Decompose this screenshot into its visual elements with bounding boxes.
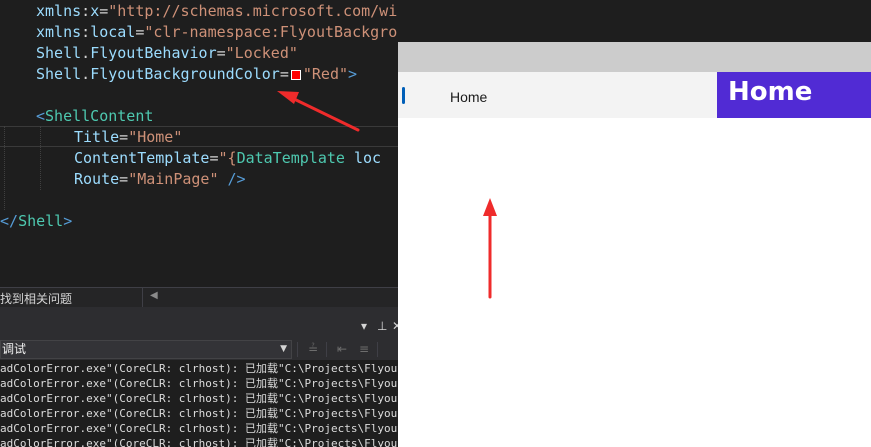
app-window: Home Home [398,42,871,447]
code-token: FlyoutBackgroundColor [90,65,280,83]
divider [377,342,378,357]
flyout-item-label: Home [450,89,488,105]
divider [326,342,327,357]
code-token: Shell [36,44,82,62]
app-title-bar[interactable] [398,42,871,72]
log-line: adColorError.exe"(CoreCLR: clrhost): 已加载… [0,437,398,447]
indent-guide [4,126,5,210]
flyout-item-home[interactable]: Home [398,72,717,118]
flyout-background-color-line: Shell.FlyoutBackgroundColor= "Red"> [36,64,357,85]
page-title: Home [728,77,813,107]
output-pane-header: ▾ ⊥ ✕ [0,317,402,339]
xmlns-local-line: xmlns:local="clr-namespace:FlyoutBackgro… [36,22,398,43]
output-log[interactable]: adColorError.exe"(CoreCLR: clrhost): 已加载… [0,360,398,447]
scroll-left-icon[interactable]: ◀ [150,290,158,301]
current-line-highlight [0,126,398,147]
code-token: FlyoutBehavior [90,44,217,62]
code-token: xmlns [36,2,82,20]
chevron-down-icon: ▼ [280,344,287,354]
code-token: < [36,107,46,125]
code-token: = [99,2,109,20]
code-token: Shell [36,65,82,83]
code-token: Shell [18,212,64,230]
code-token: = [279,65,289,83]
find-in-output-icon[interactable]: ≟ [304,341,322,357]
selection-indicator [402,87,405,104]
code-token: "Locked" [225,44,298,62]
log-line: adColorError.exe"(CoreCLR: clrhost): 已加载… [0,392,398,405]
code-token: local [90,23,136,41]
error-list-status: 找到相关问题 [0,292,73,306]
pin-icon[interactable]: ⊥ [377,319,387,333]
code-token: ShellContent [45,107,154,125]
code-token: loc [344,149,382,167]
log-line: adColorError.exe"(CoreCLR: clrhost): 已加载… [0,422,398,435]
output-toolbar: 调试 ▼ ≟ ⇤ ≡ [0,339,398,360]
contenttemplate-attribute-line: ContentTemplate="{DataTemplate loc [74,148,381,169]
output-source-value: 调试 [2,342,27,356]
code-token: > [63,212,73,230]
code-token: "MainPage" [128,170,219,188]
shell-close-line: </Shell> [0,211,72,232]
page-content [398,118,871,447]
shell-flyout: Home [398,72,717,118]
code-token: : [81,2,91,20]
code-token: = [216,44,226,62]
clear-all-icon[interactable]: ⇤ [333,341,351,357]
divider [297,342,298,357]
xaml-editor[interactable]: xmlns:x="http://schemas.microsoft.com/wi… [0,0,398,287]
code-token: </ [0,212,19,230]
divider [142,288,143,308]
word-wrap-icon[interactable]: ≡ [355,341,373,357]
code-token: "{ [218,149,237,167]
code-token: = [119,128,129,146]
page-header: Home [717,72,871,118]
code-token: = [209,149,219,167]
route-attribute-line: Route="MainPage" /> [74,169,246,190]
panel-splitter[interactable] [0,307,398,317]
code-token: : [81,23,91,41]
log-line: adColorError.exe"(CoreCLR: clrhost): 已加载… [0,377,398,390]
color-swatch-icon[interactable] [290,70,301,80]
code-token: . [81,65,91,83]
log-line: adColorError.exe"(CoreCLR: clrhost): 已加载… [0,362,398,375]
output-source-select[interactable]: 调试 ▼ [0,340,292,359]
shellcontent-open-line: <ShellContent [36,106,153,127]
code-token: . [81,44,91,62]
code-token: DataTemplate [236,149,345,167]
code-token: xmlns [36,23,82,41]
code-token: x [90,2,100,20]
log-line: adColorError.exe"(CoreCLR: clrhost): 已加载… [0,407,398,420]
title-attribute-line: Title="Home" [74,127,182,148]
dropdown-menu-icon[interactable]: ▾ [361,319,367,333]
code-token: /> [218,170,246,188]
code-token: Title [74,128,120,146]
code-token: "http://schemas.microsoft.com/winfx/2009… [108,2,398,20]
code-token: > [348,65,358,83]
code-token: = [119,170,129,188]
code-token: Route [74,170,120,188]
code-token: ContentTemplate [74,149,210,167]
code-token: "clr-namespace:FlyoutBackgroundColorErro… [144,23,398,41]
flyout-behavior-line: Shell.FlyoutBehavior="Locked" [36,43,298,64]
indent-guide [40,126,41,190]
code-token: "Home" [128,128,183,146]
code-token: "Red" [302,65,349,83]
xmlns-x-line: xmlns:x="http://schemas.microsoft.com/wi… [36,1,398,22]
error-list-bar: 找到相关问题 ◀ [0,287,398,308]
